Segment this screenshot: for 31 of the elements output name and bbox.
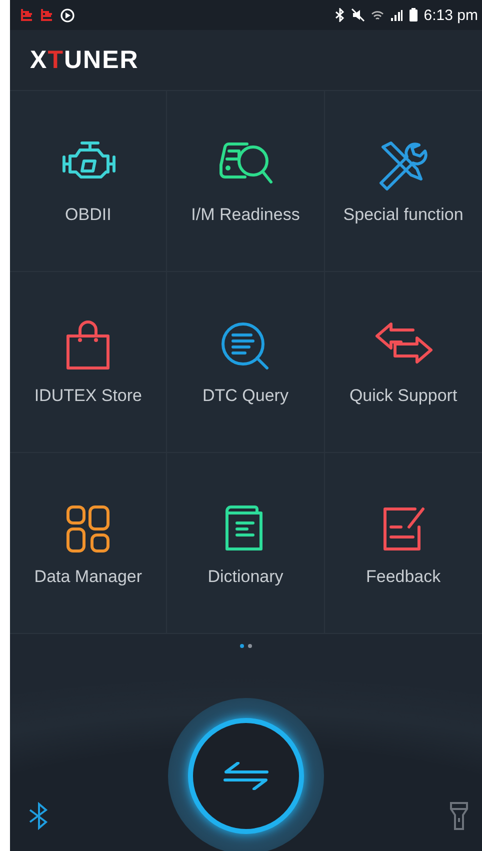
battery-icon bbox=[408, 8, 418, 22]
tile-label: Dictionary bbox=[208, 567, 284, 587]
status-time: 6:13 pm bbox=[424, 6, 478, 24]
tile-label: Feedback bbox=[366, 567, 441, 587]
menu-tile[interactable]: Special function bbox=[324, 91, 482, 272]
tile-label: Quick Support bbox=[349, 386, 458, 406]
menu-tile[interactable]: Data Manager bbox=[10, 453, 168, 634]
tile-label: Special function bbox=[343, 205, 464, 225]
menu-tile[interactable]: Quick Support bbox=[324, 272, 482, 453]
menu-tile[interactable]: I/M Readiness bbox=[167, 91, 325, 272]
menu-tile[interactable]: IDUTEX Store bbox=[10, 272, 168, 453]
wifi-icon bbox=[370, 8, 384, 22]
flashlight-icon[interactable] bbox=[450, 802, 468, 830]
menu-tile[interactable]: Feedback bbox=[324, 453, 482, 634]
notification-icon bbox=[40, 8, 54, 22]
menu-tile[interactable]: OBDII bbox=[10, 91, 168, 272]
menu-tile[interactable]: DTC Query bbox=[167, 272, 325, 453]
swap-arrows-icon bbox=[223, 762, 269, 790]
notification-icon bbox=[20, 8, 34, 22]
tile-label: Data Manager bbox=[34, 567, 142, 587]
tile-label: IDUTEX Store bbox=[34, 386, 142, 406]
app-logo: XTUNER bbox=[30, 46, 139, 74]
tile-label: OBDII bbox=[65, 205, 112, 225]
bluetooth-icon bbox=[334, 8, 345, 22]
play-icon bbox=[60, 8, 75, 22]
menu-tile[interactable]: Dictionary bbox=[167, 453, 325, 634]
bluetooth-icon[interactable] bbox=[28, 802, 50, 830]
tile-label: I/M Readiness bbox=[191, 205, 300, 225]
mute-icon bbox=[350, 8, 365, 22]
tile-label: DTC Query bbox=[202, 386, 288, 406]
signal-icon bbox=[390, 8, 403, 22]
